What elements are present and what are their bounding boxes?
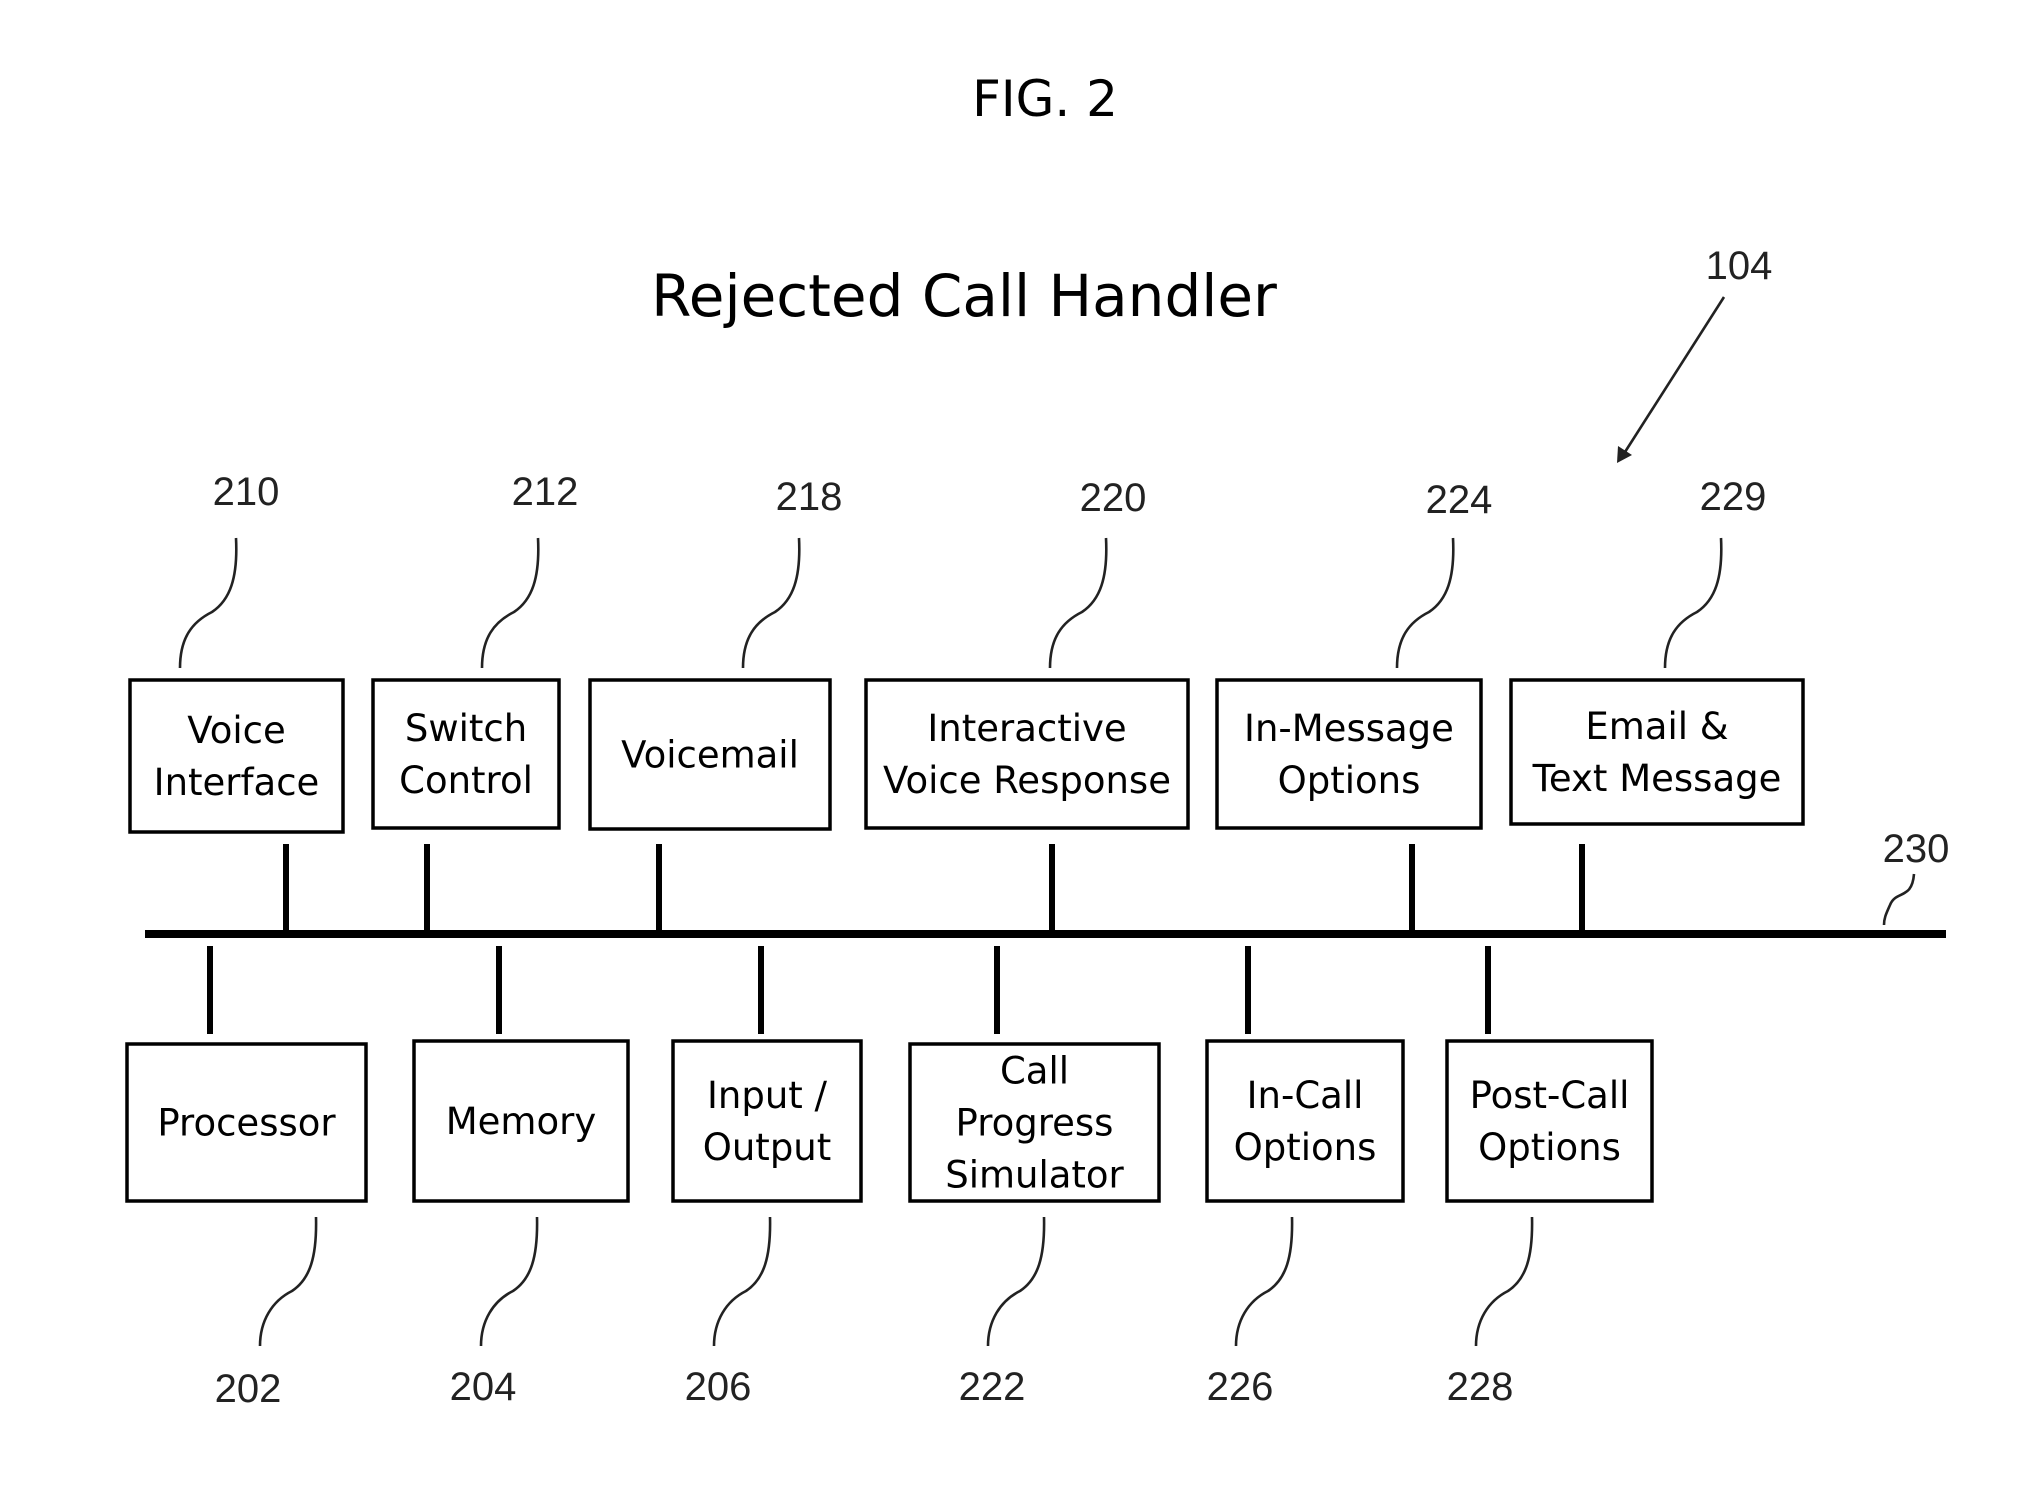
component-post-call-options: Post-Call Options 228 <box>1445 946 1654 1409</box>
reference-number: 202 <box>215 1367 282 1411</box>
diagram-title: Rejected Call Handler <box>651 262 1277 330</box>
figure-label: FIG. 2 <box>972 70 1118 128</box>
reference-leader-line <box>1234 1216 1294 1347</box>
component-label-line: Interface <box>154 761 320 804</box>
component-label-line: Options <box>1478 1126 1621 1169</box>
component-label-line: Text Message <box>1532 757 1782 800</box>
component-box <box>671 1039 863 1203</box>
component-label-line: In-Call <box>1247 1074 1364 1117</box>
component-email-text-message: Email & Text Message 229 <box>1509 475 1805 934</box>
component-label-line: Voice <box>187 709 285 752</box>
system-pointer-arrow <box>1617 296 1726 463</box>
reference-leader-line <box>178 537 238 669</box>
component-label-line: Progress <box>956 1102 1114 1145</box>
component-label-line: Options <box>1234 1126 1377 1169</box>
reference-leader-line <box>258 1216 318 1347</box>
component-label-line: Email & <box>1585 705 1728 748</box>
reference-leader-line <box>480 537 540 669</box>
reference-number: 204 <box>450 1365 517 1409</box>
component-label-line: Simulator <box>945 1154 1124 1197</box>
reference-number: 224 <box>1426 478 1493 522</box>
reference-leader-line <box>741 537 801 669</box>
component-voicemail: Voicemail 218 <box>588 475 843 934</box>
bus-leader-line <box>1882 873 1916 926</box>
component-box <box>128 678 345 834</box>
reference-number: 226 <box>1207 1365 1274 1409</box>
component-label-line: Voicemail <box>621 734 799 777</box>
component-label-line: Processor <box>157 1102 336 1145</box>
reference-number: 218 <box>776 475 843 519</box>
bus-reference-number: 230 <box>1883 827 1950 871</box>
reference-leader-line <box>1663 537 1723 669</box>
reference-leader-line <box>1048 537 1108 669</box>
component-label-line: Interactive <box>927 707 1126 750</box>
component-call-progress-simulator: Call Progress Simulator 222 <box>908 946 1161 1409</box>
component-box <box>1205 1039 1405 1203</box>
reference-leader-line <box>986 1216 1046 1347</box>
component-interactive-voice-response: Interactive Voice Response 220 <box>864 476 1190 934</box>
component-label-line: Voice Response <box>883 759 1171 802</box>
component-label-line: In-Message <box>1244 707 1454 750</box>
component-label-line: Switch <box>405 707 527 750</box>
component-box <box>371 678 561 830</box>
component-label-line: Options <box>1278 759 1421 802</box>
reference-number: 212 <box>512 470 579 514</box>
component-label-line: Call <box>1000 1050 1069 1093</box>
reference-number: 206 <box>685 1365 752 1409</box>
reference-leader-line <box>712 1216 772 1347</box>
reference-leader-line <box>1474 1216 1534 1347</box>
reference-leader-line <box>479 1216 539 1347</box>
component-box <box>1509 678 1805 826</box>
component-box <box>1215 678 1483 830</box>
component-switch-control: Switch Control 212 <box>371 470 579 934</box>
reference-number: 220 <box>1080 476 1147 520</box>
reference-number: 210 <box>213 470 280 514</box>
component-box <box>864 678 1190 830</box>
component-in-call-options: In-Call Options 226 <box>1205 946 1405 1409</box>
reference-number: 229 <box>1700 475 1767 519</box>
reference-leader-line <box>1395 537 1455 669</box>
block-diagram: FIG. 2 Rejected Call Handler 104 230 Voi… <box>125 70 1950 1411</box>
component-processor: Processor 202 <box>125 946 368 1411</box>
component-voice-interface: Voice Interface 210 <box>128 470 345 934</box>
reference-number: 228 <box>1447 1365 1514 1409</box>
component-label-line: Input / <box>707 1074 828 1117</box>
component-label-line: Post-Call <box>1470 1074 1630 1117</box>
component-label-line: Memory <box>446 1100 596 1143</box>
component-label-line: Output <box>703 1126 832 1169</box>
reference-number: 222 <box>959 1365 1026 1409</box>
system-reference-number: 104 <box>1706 244 1773 288</box>
component-label-line: Control <box>399 759 533 802</box>
component-input-output: Input / Output 206 <box>671 946 863 1409</box>
component-box <box>1445 1039 1654 1203</box>
component-memory: Memory 204 <box>412 946 630 1409</box>
component-in-message-options: In-Message Options 224 <box>1215 478 1493 934</box>
